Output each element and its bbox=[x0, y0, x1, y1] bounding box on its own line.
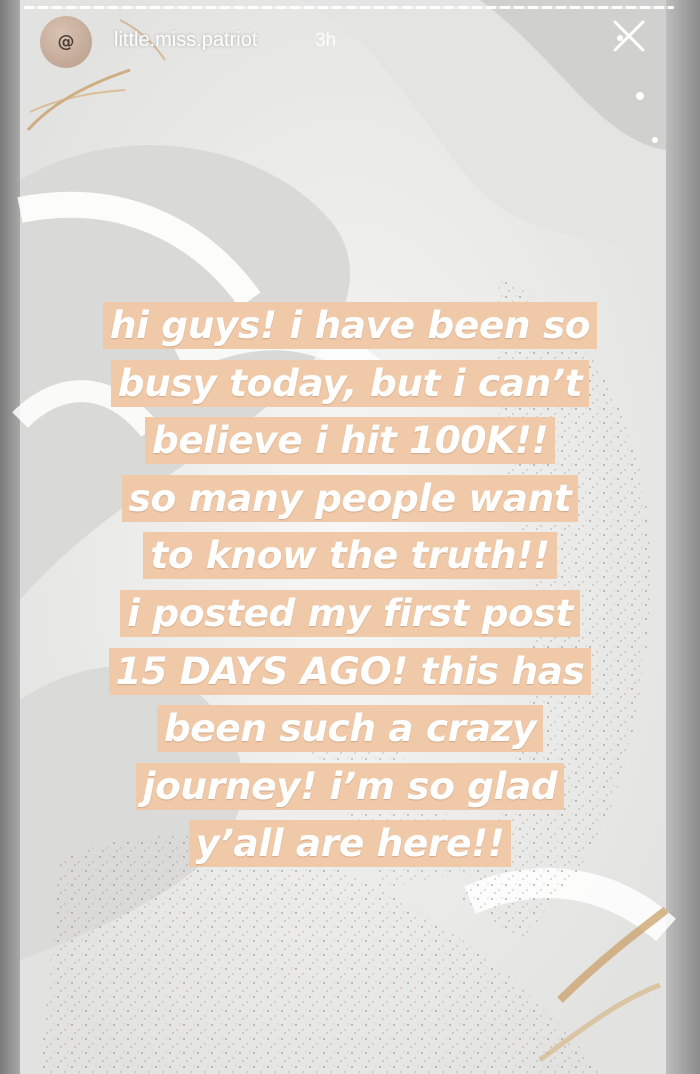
caption-line: hi guys! i have been so bbox=[102, 302, 598, 349]
caption-line: busy today, but i can’t bbox=[110, 359, 590, 407]
close-button[interactable] bbox=[607, 14, 651, 58]
story-caption: hi guys! i have been so busy today, but … bbox=[40, 302, 660, 878]
at-sign-icon: @ bbox=[57, 32, 75, 52]
caption-line: to know the truth!! bbox=[143, 532, 557, 580]
caption-line: journey! i’m so glad bbox=[135, 762, 565, 810]
story-progress-bar bbox=[24, 6, 674, 9]
caption-line: so many people want bbox=[121, 474, 579, 522]
caption-line: believe i hit 100K!! bbox=[144, 417, 556, 465]
caption-line: 15 DAYS AGO! this has bbox=[108, 647, 592, 695]
caption-line: i posted my first post bbox=[120, 589, 580, 637]
story-viewer[interactable]: @ little.miss.patriot 3h hi guys! i have… bbox=[0, 0, 700, 1074]
story-header: @ little.miss.patriot 3h bbox=[40, 16, 700, 68]
story-timestamp: 3h bbox=[315, 30, 337, 51]
username[interactable]: little.miss.patriot bbox=[114, 29, 257, 52]
caption-line: been such a crazy bbox=[156, 705, 544, 753]
caption-line: y’all are here!! bbox=[188, 820, 512, 868]
close-icon bbox=[613, 20, 645, 52]
avatar[interactable]: @ bbox=[40, 16, 92, 68]
